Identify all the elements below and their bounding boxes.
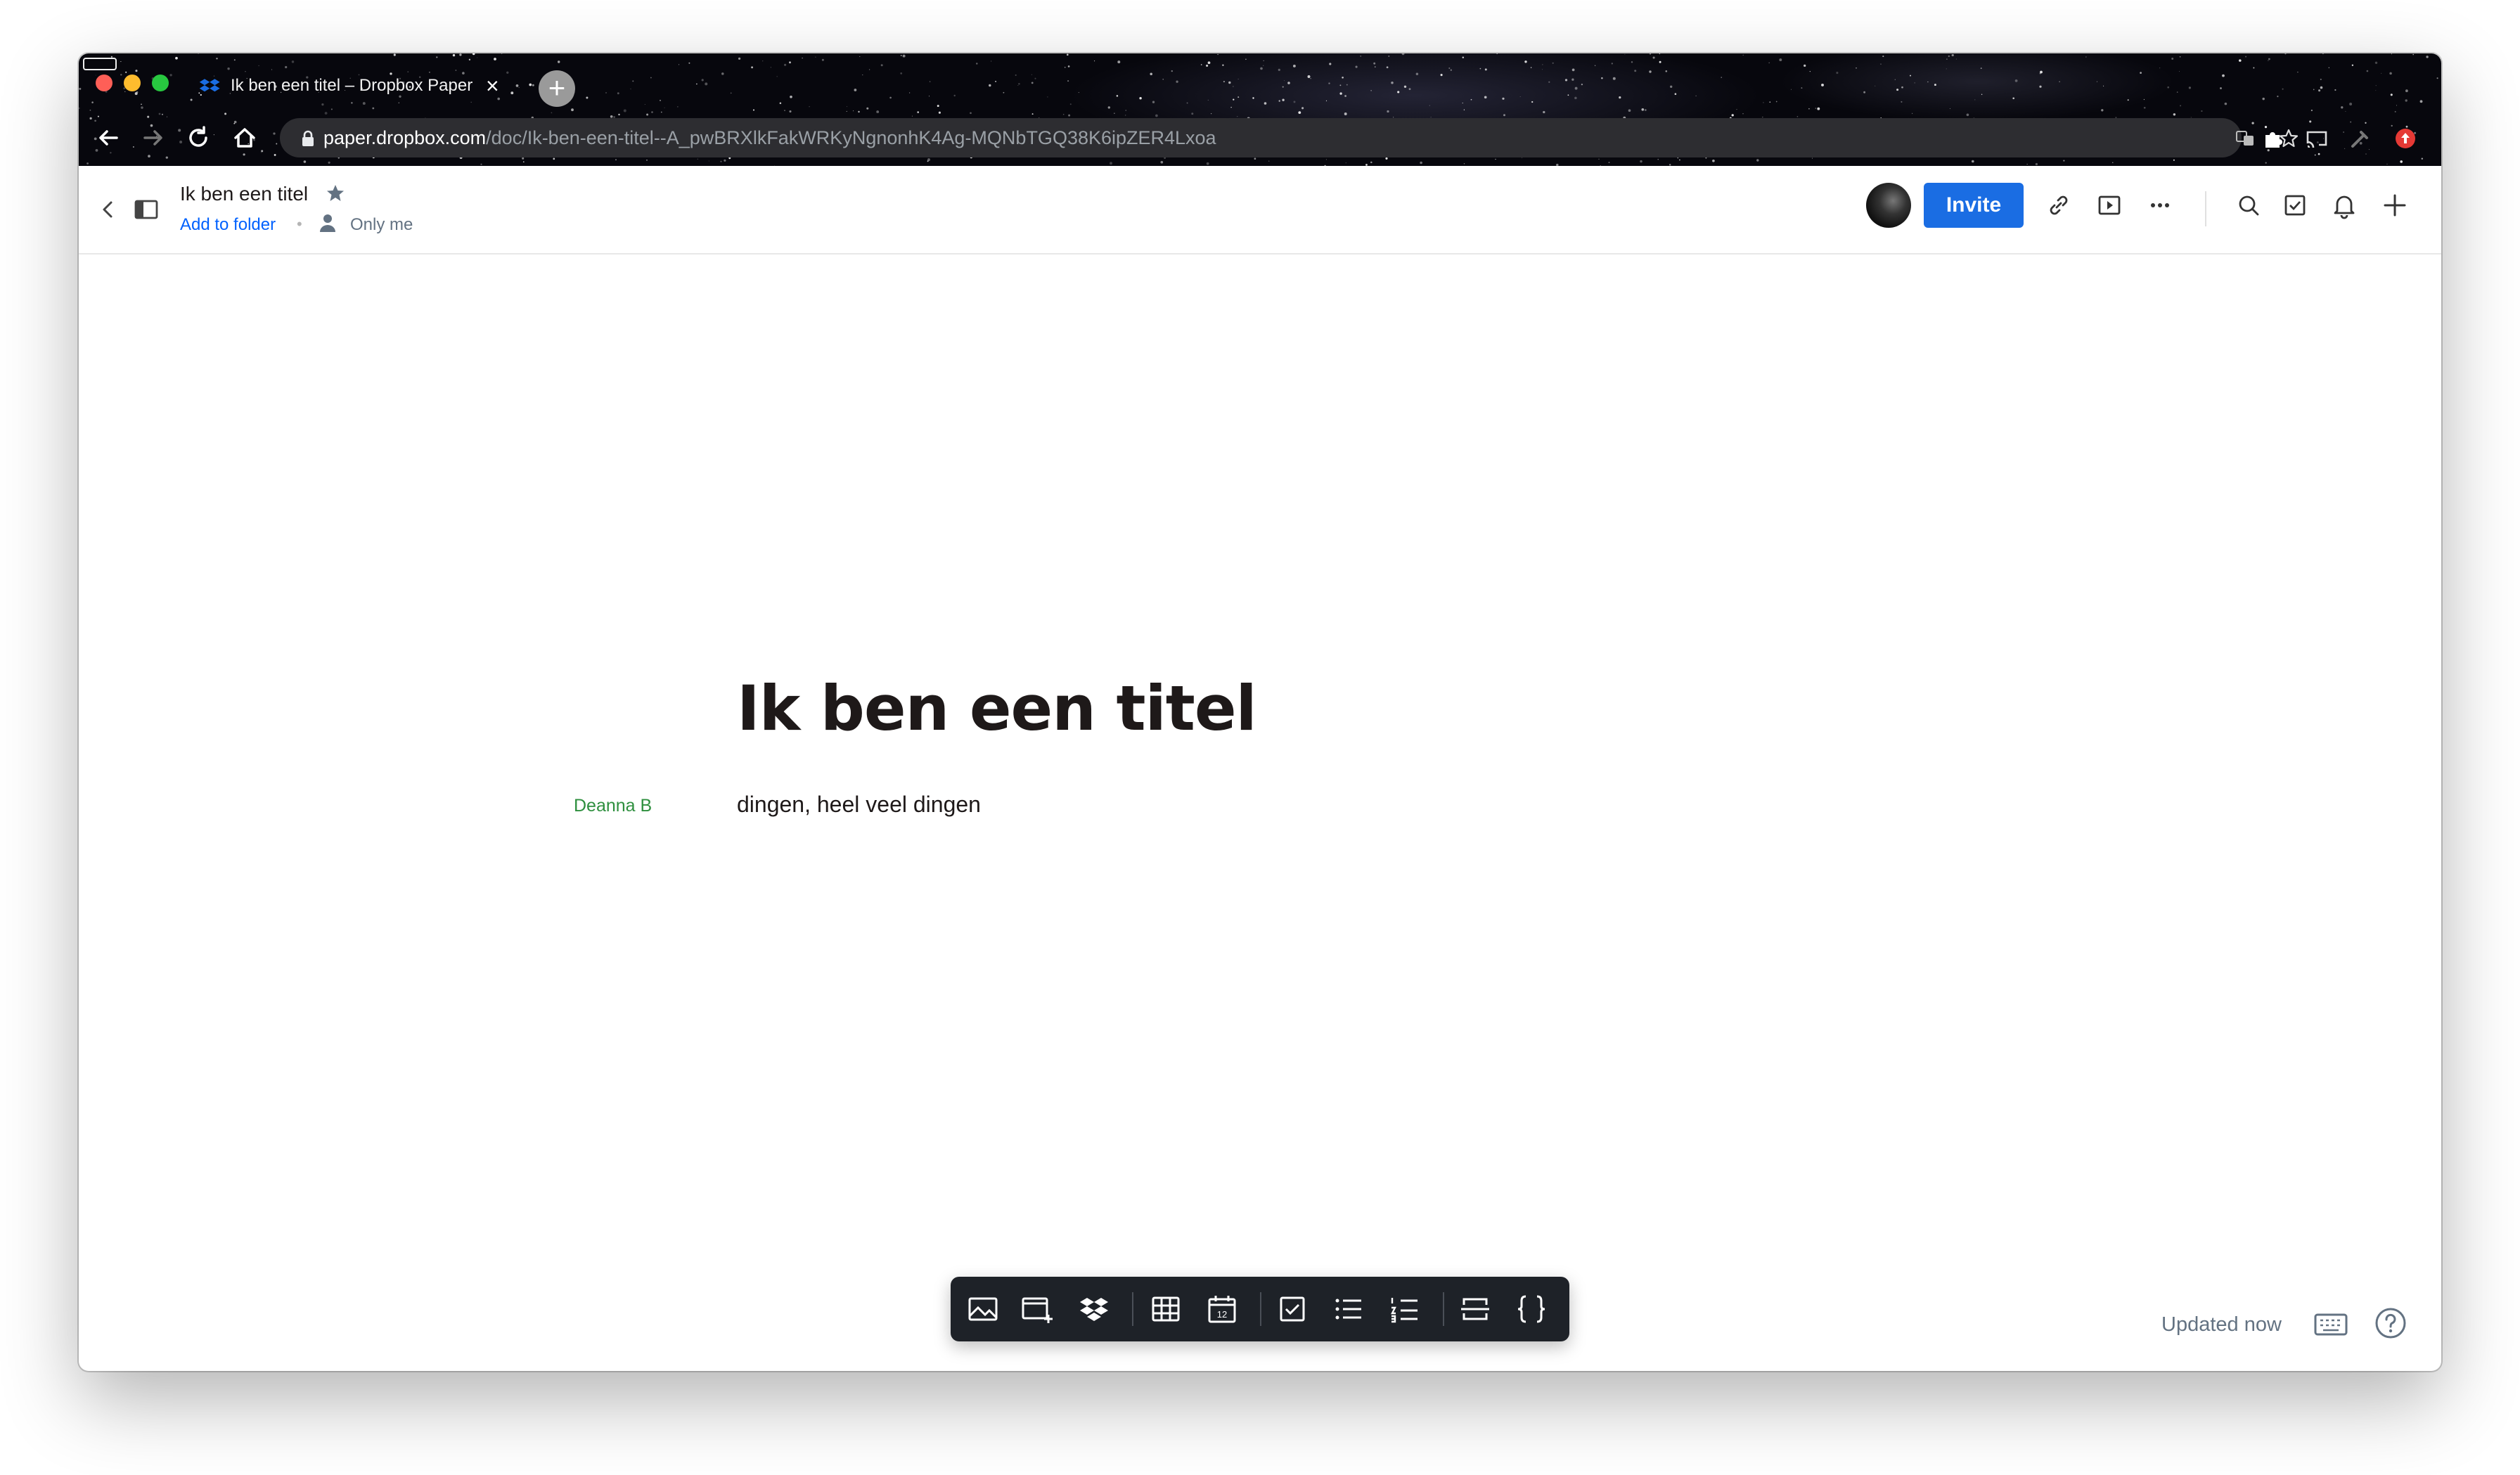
forward-icon[interactable]: [139, 124, 167, 152]
back-icon[interactable]: [94, 124, 122, 152]
updated-status: Updated now: [2161, 1313, 2282, 1336]
extension-brush-icon[interactable]: [2348, 127, 2372, 150]
link-icon[interactable]: [2045, 191, 2073, 219]
extension-upload-icon[interactable]: [2393, 127, 2417, 150]
tab-title: Ik ben een titel – Dropbox Paper: [231, 76, 473, 95]
invite-button[interactable]: Invite: [1924, 183, 2024, 228]
toolbar-separator: [1443, 1292, 1444, 1326]
browser-chrome: Ik ben een titel – Dropbox Paper × + pap…: [79, 53, 2441, 166]
close-window-button[interactable]: [96, 75, 112, 91]
sidebar-toggle-icon[interactable]: [132, 195, 160, 224]
present-icon[interactable]: [2095, 191, 2123, 219]
svg-text:12: 12: [1217, 1309, 1227, 1320]
translate-icon[interactable]: [2235, 128, 2256, 149]
chevron-left-icon[interactable]: [94, 195, 122, 224]
toolbar-separator: [1260, 1292, 1261, 1326]
window-badge: [83, 58, 117, 70]
new-tab-button[interactable]: +: [539, 70, 575, 107]
favorite-star-icon[interactable]: [325, 183, 346, 204]
home-icon[interactable]: [231, 124, 259, 152]
table-icon[interactable]: [1149, 1292, 1183, 1326]
minimize-window-button[interactable]: [124, 75, 141, 91]
image-icon[interactable]: [966, 1292, 1000, 1326]
calendar-icon[interactable]: 12: [1205, 1292, 1239, 1326]
checkbox-icon[interactable]: [1275, 1292, 1309, 1326]
help-icon[interactable]: [2374, 1306, 2408, 1340]
tab-close-icon[interactable]: ×: [486, 75, 499, 97]
header-divider: [2205, 191, 2206, 226]
share-status[interactable]: Only me: [350, 215, 413, 235]
person-icon: [320, 214, 335, 232]
divider-icon[interactable]: [1458, 1292, 1492, 1326]
doc-title-header[interactable]: Ik ben een titel: [180, 183, 308, 205]
document-paragraph[interactable]: dingen, heel veel dingen: [737, 792, 981, 818]
avatar[interactable]: [1866, 183, 1911, 228]
dropbox-icon[interactable]: [1077, 1292, 1111, 1326]
browser-window: Ik ben een titel – Dropbox Paper × + pap…: [79, 53, 2441, 1371]
checklist-icon[interactable]: [2281, 191, 2309, 219]
maximize-window-button[interactable]: [152, 75, 169, 91]
more-options-icon[interactable]: [2146, 191, 2174, 219]
bell-icon[interactable]: [2330, 191, 2358, 219]
address-bar[interactable]: paper.dropbox.com/doc/Ik-ben-een-titel--…: [280, 118, 2299, 157]
format-toolbar: 12: [951, 1277, 1569, 1341]
document-title[interactable]: Ik ben een titel: [737, 672, 1257, 745]
url-text: paper.dropbox.com/doc/Ik-ben-een-titel--…: [323, 127, 1216, 149]
extensions-puzzle-icon[interactable]: [2261, 127, 2285, 150]
url-path: /doc/Ik-ben-een-titel--A_pwBRXlkFakWRKyN…: [486, 127, 1216, 148]
keyboard-shortcuts-icon[interactable]: [2313, 1310, 2348, 1339]
cast-icon[interactable]: [2305, 127, 2329, 150]
lock-icon: [302, 130, 314, 146]
plus-icon[interactable]: [2381, 191, 2409, 219]
search-icon[interactable]: [2235, 191, 2263, 219]
code-block-icon[interactable]: [1515, 1292, 1548, 1326]
toolbar-separator: [1132, 1292, 1133, 1326]
paper-header: Ik ben een titel Add to folder • Only me…: [79, 166, 2441, 255]
browser-tab[interactable]: Ik ben een titel – Dropbox Paper ×: [198, 66, 596, 105]
numbered-list-icon[interactable]: [1388, 1292, 1422, 1326]
url-host: paper.dropbox.com: [323, 127, 487, 148]
add-to-folder-link[interactable]: Add to folder: [180, 215, 276, 235]
media-embed-icon[interactable]: [1021, 1292, 1055, 1326]
author-label: Deanna B: [574, 796, 652, 816]
dropbox-favicon-icon: [199, 79, 220, 92]
reload-icon[interactable]: [184, 124, 212, 152]
separator-dot: •: [297, 215, 302, 233]
bullet-list-icon[interactable]: [1332, 1292, 1365, 1326]
